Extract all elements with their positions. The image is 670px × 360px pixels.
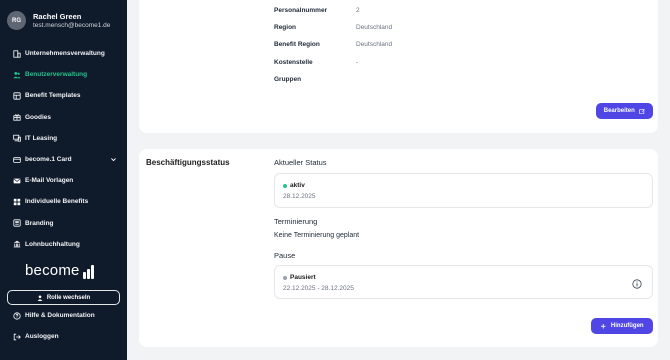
- termination-text: Keine Terminierung geplant: [274, 232, 360, 239]
- edit-button[interactable]: Bearbeiten: [596, 103, 653, 119]
- person-icon: [37, 294, 43, 301]
- pause-status: Pausiert: [283, 274, 316, 281]
- status-dot-icon: [283, 183, 287, 188]
- detail-row-region: Region Deutschland: [274, 24, 392, 31]
- section-title: Beschäftigungsstatus: [146, 158, 230, 167]
- status-text: aktiv: [290, 182, 305, 189]
- role-switch-label: Rolle wechseln: [46, 294, 91, 301]
- status-badge: aktiv: [283, 182, 305, 189]
- current-status-box: aktiv 28.12.2025: [274, 173, 653, 208]
- detail-row-gruppen: Gruppen: [274, 76, 356, 83]
- detail-row-kostenstelle: Kostenstelle -: [274, 59, 358, 66]
- building-icon: [12, 49, 21, 58]
- pause-box[interactable]: Pausiert 22.12.2025 - 28.12.2025: [274, 265, 653, 299]
- sidebar-item-goodies[interactable]: Goodies: [12, 107, 120, 128]
- card-icon: [12, 155, 21, 164]
- sidebar-item-benutzerverwaltung[interactable]: Benutzerverwaltung: [12, 64, 120, 85]
- brand-bars-icon: [82, 265, 94, 279]
- info-icon[interactable]: [632, 279, 642, 289]
- user-name: Rachel Green: [33, 11, 82, 21]
- sidebar-item-become1-card[interactable]: become.1 Card: [12, 149, 120, 170]
- bank-icon: [12, 240, 21, 249]
- sidebar-item-label: Goodies: [25, 113, 52, 121]
- user-email: test.mensch@become1.de: [33, 21, 111, 29]
- detail-row-personalnummer: Personalnummer 2: [274, 7, 360, 14]
- sidebar: RG Rachel Green test.mensch@become1.de U…: [0, 0, 127, 360]
- sidebar-item-label: Hilfe & Dokumentation: [25, 312, 95, 320]
- sidebar-item-branding[interactable]: Branding: [12, 213, 120, 234]
- pause-status-text: Pausiert: [290, 274, 316, 281]
- role-switch-button[interactable]: Rolle wechseln: [7, 290, 120, 305]
- main-content: Personalnummer 2 Region Deutschland Bene…: [127, 0, 670, 360]
- employee-details-card: Personalnummer 2 Region Deutschland Bene…: [139, 0, 658, 133]
- termination-label: Terminierung: [274, 217, 318, 226]
- brand-text: become: [25, 262, 80, 279]
- sidebar-item-label: E-Mail Vorlagen: [25, 177, 74, 185]
- pause-range: 22.12.2025 - 28.12.2025: [283, 285, 354, 292]
- employment-status-card: Beschäftigungsstatus Aktueller Status ak…: [139, 149, 658, 347]
- sidebar-item-label: Benefit Templates: [25, 92, 81, 100]
- sidebar-item-label: Lohnbuchhaltung: [25, 240, 80, 248]
- avatar: RG: [7, 11, 26, 30]
- grid-icon: [12, 197, 21, 206]
- sidebar-item-label: become.1 Card: [25, 156, 72, 164]
- sidebar-item-label: Individuelle Benefits: [25, 198, 89, 206]
- detail-value: 2: [356, 7, 360, 14]
- logout-icon: [12, 332, 21, 341]
- sidebar-item-label: Ausloggen: [25, 333, 59, 341]
- detail-key: Region: [274, 24, 297, 31]
- detail-value: Deutschland: [356, 41, 393, 48]
- pause-dot-icon: [283, 275, 287, 280]
- sidebar-item-benefit-templates[interactable]: Benefit Templates: [12, 85, 120, 106]
- edit-icon: [639, 108, 645, 114]
- add-pause-button[interactable]: Hinzufügen: [591, 318, 653, 334]
- sidebar-nav: Unternehmensverwaltung Benutzerverwaltun…: [12, 43, 120, 255]
- mail-icon: [12, 176, 21, 185]
- devices-icon: [12, 134, 21, 143]
- sidebar-item-email-vorlagen[interactable]: E-Mail Vorlagen: [12, 170, 120, 191]
- plus-icon: [601, 323, 606, 329]
- detail-key: Benefit Region: [274, 41, 320, 48]
- detail-key: Personalnummer: [274, 7, 328, 14]
- sidebar-item-label: Benutzerverwaltung: [25, 71, 88, 79]
- template-icon: [12, 91, 21, 100]
- brand-logo: become: [25, 262, 94, 279]
- sidebar-item-it-leasing[interactable]: IT Leasing: [12, 128, 120, 149]
- detail-row-benefit-region: Benefit Region Deutschland: [274, 41, 392, 48]
- sidebar-bottom-nav: Hilfe & Dokumentation Ausloggen: [12, 305, 120, 347]
- pause-label: Pause: [274, 251, 296, 260]
- sidebar-item-label: IT Leasing: [25, 134, 58, 142]
- help-icon: [12, 311, 21, 320]
- sidebar-item-help[interactable]: Hilfe & Dokumentation: [12, 305, 120, 326]
- sidebar-item-individuelle-benefits[interactable]: Individuelle Benefits: [12, 191, 120, 212]
- user-profile[interactable]: RG Rachel Green test.mensch@become1.de: [7, 11, 110, 30]
- sidebar-item-lohnbuchhaltung[interactable]: Lohnbuchhaltung: [12, 234, 120, 255]
- detail-value: Deutschland: [356, 24, 393, 31]
- users-icon: [12, 70, 21, 79]
- edit-button-label: Bearbeiten: [603, 108, 635, 114]
- gift-icon: [12, 113, 21, 122]
- sidebar-item-label: Unternehmensverwaltung: [25, 50, 105, 58]
- branding-icon: [12, 219, 21, 228]
- current-status-label: Aktueller Status: [274, 158, 327, 167]
- sidebar-item-logout[interactable]: Ausloggen: [12, 326, 120, 347]
- detail-value: -: [356, 59, 359, 66]
- sidebar-item-label: Branding: [25, 219, 54, 227]
- add-pause-label: Hinzufügen: [610, 323, 644, 329]
- chevron-down-icon[interactable]: [110, 156, 117, 163]
- sidebar-item-unternehmensverwaltung[interactable]: Unternehmensverwaltung: [12, 43, 120, 64]
- status-date: 28.12.2025: [283, 193, 316, 200]
- detail-key: Kostenstelle: [274, 59, 313, 66]
- detail-key: Gruppen: [274, 76, 302, 83]
